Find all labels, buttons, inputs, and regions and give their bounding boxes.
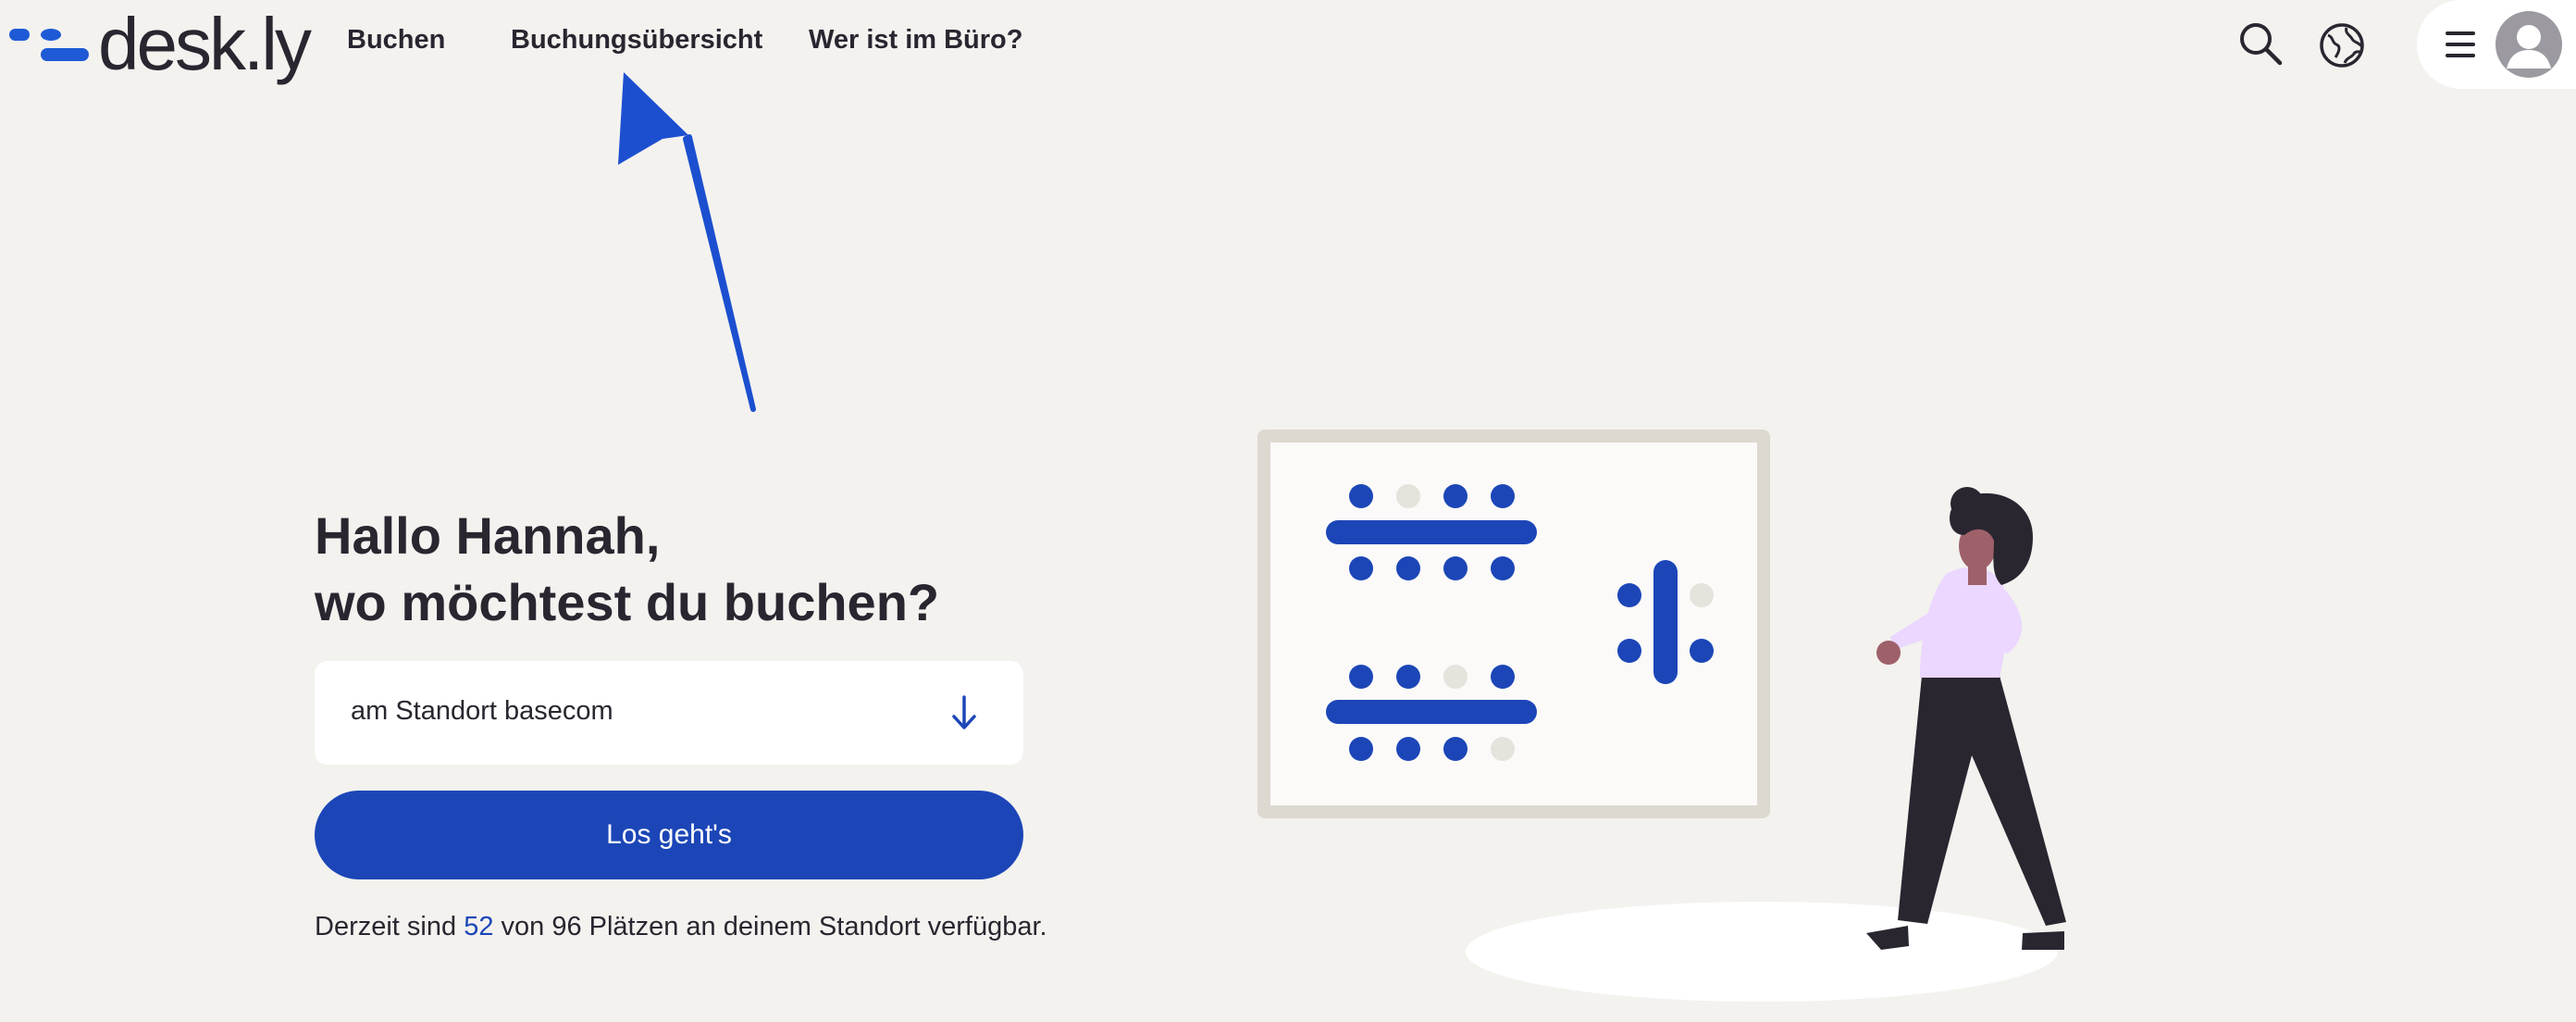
greeting-line-1: Hallo Hannah, <box>315 506 661 565</box>
nav-item-buchungsuebersicht[interactable]: Buchungsübersicht <box>511 25 762 56</box>
go-button[interactable]: Los geht's <box>315 791 1023 879</box>
availability-text: Derzeit sind 52 von 96 Plätzen an deinem… <box>315 912 1047 942</box>
greeting-heading: Hallo Hannah, wo möchtest du buchen? <box>315 503 939 636</box>
user-avatar-icon[interactable] <box>2496 11 2562 78</box>
arrow-down-icon <box>952 695 976 729</box>
globe-icon[interactable] <box>2319 22 2365 69</box>
available-count: 52 <box>464 912 494 941</box>
search-icon[interactable] <box>2237 20 2285 69</box>
availability-suffix: von 96 Plätzen an deinem Standort verfüg… <box>501 912 1047 941</box>
location-select-value: am Standort basecom <box>351 696 613 726</box>
nav-item-wer-ist-im-buero[interactable]: Wer ist im Büro? <box>809 25 1023 56</box>
desk-booking-page: desk.ly Buchen Buchungsübersicht Wer ist… <box>0 0 2576 1022</box>
logo-mark-icon <box>9 21 89 68</box>
menu-icon[interactable] <box>2446 31 2475 57</box>
nav-item-buchen[interactable]: Buchen <box>347 25 445 56</box>
availability-prefix: Derzeit sind <box>315 912 457 941</box>
logo[interactable]: desk.ly <box>9 0 312 89</box>
office-illustration <box>1257 430 2066 1002</box>
location-select[interactable]: am Standort basecom <box>315 661 1023 765</box>
logo-text: desk.ly <box>98 3 312 85</box>
greeting-line-2: wo möchtest du buchen? <box>315 573 940 631</box>
